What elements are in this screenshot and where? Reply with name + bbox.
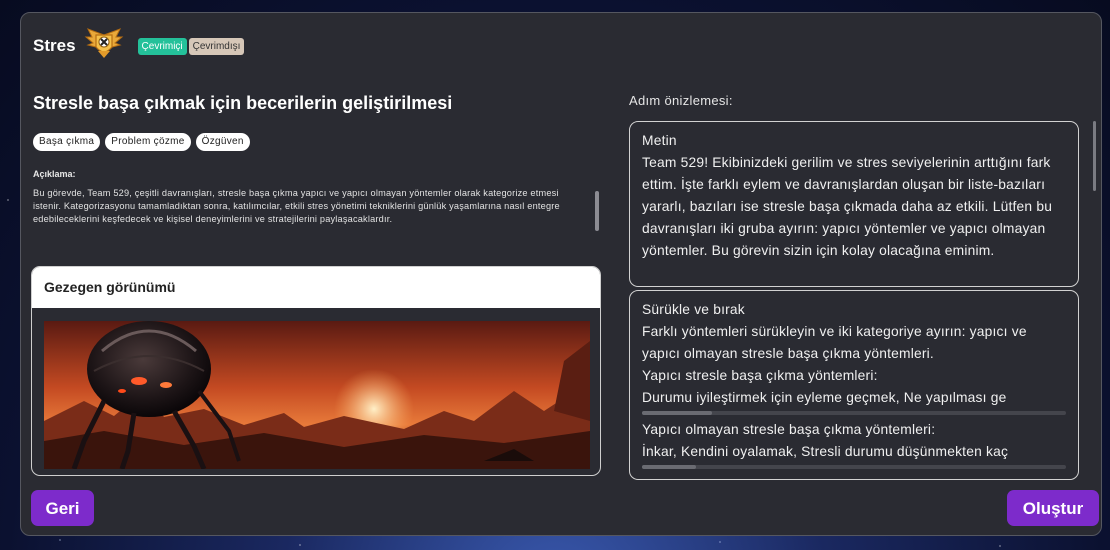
step-text-content: Team 529! Ekibinizdeki gerilim ve stres … xyxy=(642,155,1053,258)
step-type-text: Metin xyxy=(642,133,677,148)
category2-title: Yapıcı olmayan stresle başa çıkma yöntem… xyxy=(642,422,936,437)
category1-scrollbar[interactable] xyxy=(642,411,1066,415)
create-button[interactable]: Oluştur xyxy=(1007,490,1099,526)
task-editor-panel: Stres Çevrimiçi Çevrimdışı Stresle başa … xyxy=(20,12,1102,536)
category2-scrollbar[interactable] xyxy=(642,465,1066,469)
winged-shield-emblem-icon xyxy=(84,27,124,61)
planet-view-card: Gezegen görünümü xyxy=(31,266,601,476)
step-preview-drag-card[interactable]: Sürükle ve bırak Farklı yöntemleri sürük… xyxy=(629,290,1079,480)
category1-title: Yapıcı stresle başa çıkma yöntemleri: xyxy=(642,368,878,383)
status-online-badge[interactable]: Çevrimiçi xyxy=(137,37,187,55)
tag-coping: Başa çıkma xyxy=(33,133,101,151)
description-text: Bu görevde, Team 529, çeşitli davranışla… xyxy=(33,188,560,224)
tag-self-confidence: Özgüven xyxy=(195,133,250,151)
step-type-drag: Sürükle ve bırak xyxy=(642,302,745,317)
header: Stres Çevrimiçi Çevrimdışı xyxy=(33,27,245,63)
description-scroll-area[interactable]: Bu görevde, Team 529, çeşitli davranışla… xyxy=(33,187,579,243)
task-title: Stresle başa çıkmak için becerilerin gel… xyxy=(33,93,453,113)
app-title: Stres xyxy=(33,36,76,55)
step-preview-label: Adım önizlemesi: xyxy=(629,93,733,108)
scrollbar-thumb[interactable] xyxy=(642,465,696,469)
preview-scrollbar[interactable] xyxy=(1093,121,1096,191)
description-scrollbar[interactable] xyxy=(595,191,599,231)
back-button[interactable]: Geri xyxy=(31,490,94,526)
tag-list: Başa çıkma Problem çözme Özgüven xyxy=(33,133,250,151)
step-preview-text-card[interactable]: Metin Team 529! Ekibinizdeki gerilim ve … xyxy=(629,121,1079,287)
status-offline-badge[interactable]: Çevrimdışı xyxy=(188,37,245,55)
scrollbar-thumb[interactable] xyxy=(642,411,712,415)
planet-view-title: Gezegen görünümü xyxy=(32,267,600,308)
planet-image xyxy=(44,321,590,469)
category2-items[interactable]: İnkar, Kendini oyalamak, Stresli durumu … xyxy=(642,441,1066,463)
description-label: Açıklama: xyxy=(33,169,76,179)
category1-items[interactable]: Durumu iyileştirmek için eyleme geçmek, … xyxy=(642,387,1066,409)
drag-instruction: Farklı yöntemleri sürükleyin ve iki kate… xyxy=(642,324,1027,361)
tag-problem-solving: Problem çözme xyxy=(105,133,191,151)
